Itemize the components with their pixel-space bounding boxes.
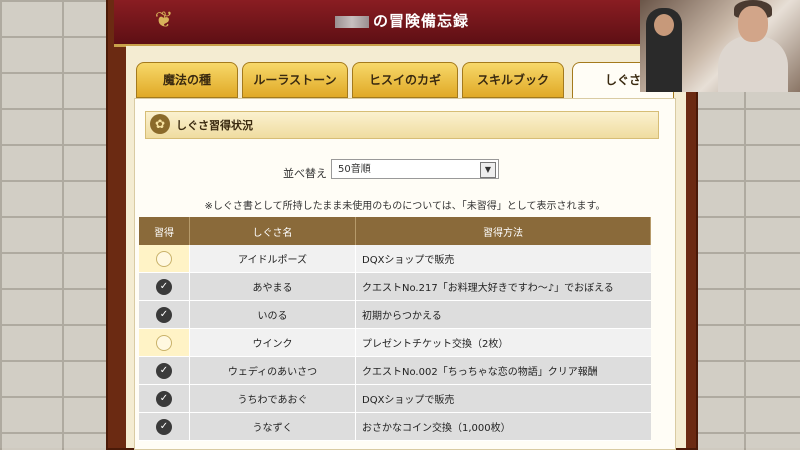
table-row: ✓ うちわであおぐ DQXショップで販売	[139, 384, 651, 413]
main-panel: 魔法の種 ルーラストーン ヒスイのカギ スキルブック しぐさ ✿ しぐさ習得状況…	[126, 46, 686, 450]
page-title: の冒険備忘録	[114, 10, 690, 31]
tab-skill-book[interactable]: スキルブック	[462, 62, 564, 98]
tab-jade-key[interactable]: ヒスイのカギ	[352, 62, 458, 98]
blurred-player-name	[334, 15, 369, 28]
status-cell	[139, 245, 190, 273]
tab-bar: 魔法の種 ルーラストーン ヒスイのカギ スキルブック しぐさ	[136, 62, 696, 99]
gesture-name: いのる	[189, 300, 356, 329]
status-cell: ✓	[139, 356, 190, 385]
title-banner: ❦ の冒険備忘録 ❦	[114, 0, 690, 47]
status-cell: ✓	[139, 384, 190, 413]
header-name: しぐさ名	[189, 217, 356, 245]
table-row: アイドルポーズ DQXショップで販売	[139, 245, 651, 273]
gesture-name: アイドルポーズ	[189, 245, 356, 273]
gestures-table: 習得 しぐさ名 習得方法 アイドルポーズ DQXショップで販売 ✓ あやまる クエストN…	[139, 217, 651, 441]
tab-magic-seeds[interactable]: 魔法の種	[136, 62, 238, 98]
header-status: 習得	[139, 217, 190, 245]
acquisition-method: 初期からつかえる	[355, 300, 651, 329]
gesture-name: あやまる	[189, 272, 356, 301]
empty-circle-icon	[156, 334, 172, 351]
gesture-name: ウェディのあいさつ	[189, 356, 356, 385]
table-row: ウインク プレゼントチケット交換（2枚）	[139, 328, 651, 357]
sort-label: 並べ替え	[283, 167, 327, 180]
gesture-name: うなずく	[189, 412, 356, 441]
chevron-down-icon[interactable]: ▼	[480, 162, 496, 178]
header-method: 習得方法	[355, 217, 651, 245]
left-wall	[0, 0, 110, 448]
table-row: ✓ あやまる クエストNo.217「お料理大好きですわ～♪」でおぼえる	[139, 272, 651, 301]
table-header-row: 習得 しぐさ名 習得方法	[139, 217, 651, 245]
flower-emblem-icon: ✿	[150, 114, 170, 134]
table-row: ✓ ウェディのあいさつ クエストNo.002「ちっちゃな恋の物語」クリア報酬	[139, 356, 651, 385]
checkmark-icon: ✓	[156, 278, 172, 295]
status-cell	[139, 328, 190, 357]
status-cell: ✓	[139, 300, 190, 329]
section-header: ✿ しぐさ習得状況	[145, 111, 659, 139]
acquisition-method: おさかなコイン交換（1,000枚）	[355, 412, 651, 441]
webcam-overlay	[640, 0, 800, 92]
section-title: しぐさ習得状況	[176, 119, 253, 132]
checkmark-icon: ✓	[156, 306, 172, 323]
table-row: ✓ うなずく おさかなコイン交換（1,000枚）	[139, 412, 651, 441]
table-row: ✓ いのる 初期からつかえる	[139, 300, 651, 329]
acquisition-method: DQXショップで販売	[355, 245, 651, 273]
webcam-person-right	[718, 0, 788, 92]
gestures-content: ✿ しぐさ習得状況 並べ替え 50音順 ▼ ※しぐさ書として所持したまま未使用の…	[134, 98, 676, 450]
checkmark-icon: ✓	[156, 418, 172, 435]
acquisition-method: プレゼントチケット交換（2枚）	[355, 328, 651, 357]
sort-select[interactable]: 50音順 ▼	[331, 159, 499, 179]
acquisition-method: DQXショップで販売	[355, 384, 651, 413]
usage-note: ※しぐさ書として所持したまま未使用のものについては、「未習得」として表示されます…	[204, 201, 606, 212]
page-frame: ❦ の冒険備忘録 ❦ 魔法の種 ルーラストーン ヒスイのカギ スキルブック しぐ…	[108, 0, 696, 450]
checkmark-icon: ✓	[156, 362, 172, 379]
webcam-person-left	[646, 8, 682, 92]
gesture-name: うちわであおぐ	[189, 384, 356, 413]
gesture-name: ウインク	[189, 328, 356, 357]
tab-rura-stone[interactable]: ルーラストーン	[242, 62, 348, 98]
acquisition-method: クエストNo.217「お料理大好きですわ～♪」でおぼえる	[355, 272, 651, 301]
checkmark-icon: ✓	[156, 390, 172, 407]
sort-selected-value: 50音順	[338, 164, 371, 175]
status-cell: ✓	[139, 412, 190, 441]
status-cell: ✓	[139, 272, 190, 301]
empty-circle-icon	[156, 250, 172, 267]
page-title-text: の冒険備忘録	[372, 12, 469, 30]
acquisition-method: クエストNo.002「ちっちゃな恋の物語」クリア報酬	[355, 356, 651, 385]
